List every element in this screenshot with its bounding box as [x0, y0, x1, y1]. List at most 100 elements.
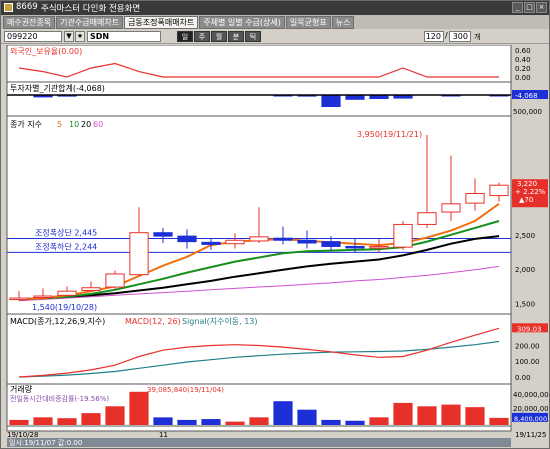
volume-bar [81, 413, 101, 425]
x-axis-end-label: 19/11/25 [515, 431, 546, 439]
period-week[interactable]: 주 [194, 31, 210, 42]
screen-tabs: 매수권잔종목 기관수급매매차트 금동조정폭매매차트 주체별 일별 수급(상세) … [1, 15, 549, 29]
x-axis-start-label: 19/10/28 [7, 431, 38, 439]
price-tick-label: 2,500 [515, 232, 535, 240]
tab-ichimoku[interactable]: 일목균형표 [285, 16, 331, 29]
candle-body [81, 287, 101, 291]
period-tick[interactable]: 틱 [245, 31, 261, 42]
foreign-tick-label: 0.60 [515, 47, 531, 55]
candle-body [129, 232, 149, 276]
ma-legend-label: 20 [81, 120, 91, 129]
volume-bar [393, 402, 413, 425]
ma-legend-label: 60 [93, 120, 103, 129]
price-tick-label: 2,000 [515, 266, 535, 274]
page-total-input[interactable]: 300 [449, 31, 471, 42]
candle-body [345, 245, 365, 249]
volume-bar [369, 417, 389, 425]
candle-body [393, 223, 413, 248]
ma-legend-label: 5 [57, 120, 62, 129]
change-rate-text: + 2.22% [515, 188, 546, 196]
candle-body [225, 239, 245, 245]
volume-bar [9, 419, 29, 425]
tab-adjustment-chart[interactable]: 금동조정폭매매차트 [124, 16, 199, 29]
macd-tick-label: 100.00 [515, 358, 540, 366]
change-delta-text: ▲70 [519, 196, 533, 204]
status-text: 일시:19/11/07 값:0.00 [9, 438, 82, 447]
app-window: 8669 주식마스터 다인화 전용화면 _ □ × 매수권잔종목 기관수급매매차… [0, 0, 550, 449]
volume-change-label: 전일동시간대비증감률(-19.56%) [10, 394, 109, 403]
app-icon [4, 3, 13, 12]
macd-tick-label: 200.00 [515, 342, 540, 350]
candle-body [297, 239, 317, 244]
stock-chart[interactable]: 외국인_보유율(0.00) 0.600.400.200.00투자자별_기관합계(-… [1, 45, 549, 449]
candle-body [417, 212, 437, 225]
period-month[interactable]: 월 [211, 31, 227, 42]
low-price-note: 1,540(19/10/28) [32, 303, 97, 312]
tab-buy-candidates[interactable]: 매수권잔종목 [3, 16, 56, 29]
volume-bar [201, 419, 221, 425]
candle-body [177, 235, 197, 243]
volume-tick-label: 20,000,000 [513, 405, 549, 413]
volume-bar [105, 406, 125, 425]
macd-value-text: 309.03 [517, 325, 542, 333]
volume-bar [297, 409, 317, 425]
tab-investor-daily[interactable]: 주체별 일별 수급(상세) [199, 16, 285, 29]
stock-name: SDN [87, 31, 161, 42]
candle-body [105, 273, 125, 288]
candle-body [273, 237, 293, 241]
volume-bar [345, 420, 365, 425]
foreign-tick-label: 0.40 [515, 56, 531, 64]
volume-bar [465, 407, 485, 425]
maximize-icon[interactable]: □ [524, 2, 535, 13]
candle-body [441, 203, 461, 213]
status-bar [7, 438, 511, 447]
period-minute[interactable]: 분 [228, 31, 244, 42]
volume-bar [441, 404, 461, 425]
macd-legend-label: MACD(12, 26) [125, 317, 181, 326]
volume-bar [129, 391, 149, 425]
x-axis-mid-label: 11 [159, 431, 168, 439]
title-bar: 8669 주식마스터 다인화 전용화면 _ □ × [1, 1, 549, 15]
macd-tick-label: 0.00 [515, 374, 531, 382]
candle-body [33, 295, 53, 298]
candle-body [9, 297, 29, 301]
search-icon[interactable]: ▼ [64, 31, 74, 42]
adjustment-upper-label: 조정폭상단 2,445 [35, 228, 97, 238]
page-unit: 개 [474, 33, 481, 41]
signal-legend-label: Signal(지수이동, 13) [182, 316, 258, 326]
candle-body [153, 232, 173, 237]
tab-institution-chart[interactable]: 기관수급매매차트 [56, 16, 124, 29]
candle-body [249, 236, 269, 242]
minimize-icon[interactable]: _ [512, 2, 523, 13]
volume-bar [417, 406, 437, 425]
close-icon[interactable]: × [536, 2, 547, 13]
volume-bar [225, 421, 245, 425]
candle-body [321, 241, 341, 247]
stock-code-input[interactable]: 099220 [4, 31, 62, 42]
volume-bar [249, 417, 269, 425]
volume-bar [57, 418, 77, 425]
volume-bar [33, 417, 53, 425]
candle-body [369, 245, 389, 249]
candle-body [57, 290, 77, 296]
period-day[interactable]: 일 [177, 31, 193, 42]
volume-value-text: 8,400,000 [514, 415, 547, 423]
institution-value-text: -4,068 [515, 92, 538, 100]
volume-tick-label: 40,000,000 [513, 391, 549, 399]
volume-bar [177, 419, 197, 425]
adjustment-lower-label: 조정폭하단 2,244 [35, 241, 97, 251]
toolbar: 099220 ▼ ★ SDN 일 주 월 분 틱 120 300 / 개 [1, 29, 549, 44]
ma-legend-label: 10 [69, 120, 79, 129]
candle-body [465, 192, 485, 204]
price-tick-label: 1,500 [515, 301, 535, 309]
volume-bar [153, 417, 173, 425]
favorite-icon[interactable]: ★ [75, 31, 85, 42]
volume-bar [321, 419, 341, 425]
window-title: 주식마스터 다인화 전용화면 [41, 4, 141, 14]
macd-panel-label: MACD(종가,12,26,9,지수) [10, 317, 105, 326]
volume-panel-label: 거래량 [10, 384, 33, 394]
tab-news[interactable]: 뉴스 [331, 16, 355, 29]
page-current-input[interactable]: 120 [424, 31, 444, 42]
candle-body [489, 184, 509, 197]
foreign-panel-label: 외국인_보유율(0.00) [10, 46, 82, 56]
